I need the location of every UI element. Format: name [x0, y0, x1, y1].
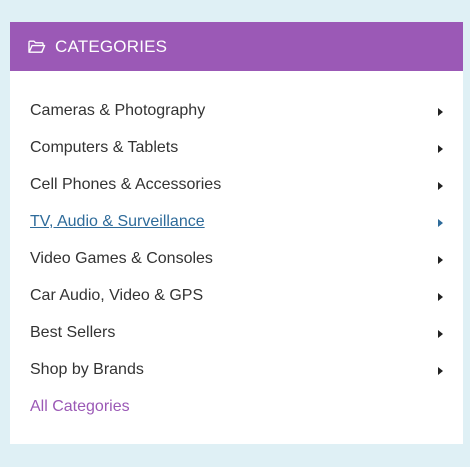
chevron-right-icon	[438, 218, 443, 227]
category-label: Best Sellers	[30, 323, 116, 341]
all-categories-link[interactable]: All Categories	[10, 388, 463, 425]
chevron-right-icon	[438, 366, 443, 375]
chevron-right-icon	[438, 144, 443, 153]
category-label: TV, Audio & Surveillance	[30, 212, 205, 230]
categories-title: CATEGORIES	[55, 36, 168, 56]
category-list: Cameras & Photography Computers & Tablet…	[10, 92, 463, 425]
category-item-cameras-photography[interactable]: Cameras & Photography	[10, 92, 463, 129]
category-item-video-games-consoles[interactable]: Video Games & Consoles	[10, 240, 463, 277]
category-label: Cameras & Photography	[30, 101, 206, 119]
category-item-shop-by-brands[interactable]: Shop by Brands	[10, 351, 463, 388]
category-item-car-audio-video-gps[interactable]: Car Audio, Video & GPS	[10, 277, 463, 314]
category-label: Computers & Tablets	[30, 138, 179, 156]
category-label: Car Audio, Video & GPS	[30, 286, 204, 304]
chevron-right-icon	[438, 181, 443, 190]
category-item-best-sellers[interactable]: Best Sellers	[10, 314, 463, 351]
all-categories-label: All Categories	[30, 397, 130, 415]
category-label: Shop by Brands	[30, 360, 144, 378]
categories-header: CATEGORIES	[10, 22, 463, 71]
category-item-cell-phones-accessories[interactable]: Cell Phones & Accessories	[10, 166, 463, 203]
category-item-tv-audio-surveillance[interactable]: TV, Audio & Surveillance	[10, 203, 463, 240]
category-label: Cell Phones & Accessories	[30, 175, 222, 193]
chevron-right-icon	[438, 255, 443, 264]
category-label: Video Games & Consoles	[30, 249, 213, 267]
folder-open-icon	[28, 40, 46, 54]
category-item-computers-tablets[interactable]: Computers & Tablets	[10, 129, 463, 166]
chevron-right-icon	[438, 329, 443, 338]
chevron-right-icon	[438, 107, 443, 116]
chevron-right-icon	[438, 292, 443, 301]
categories-panel: CATEGORIES Cameras & Photography Compute…	[10, 22, 463, 444]
